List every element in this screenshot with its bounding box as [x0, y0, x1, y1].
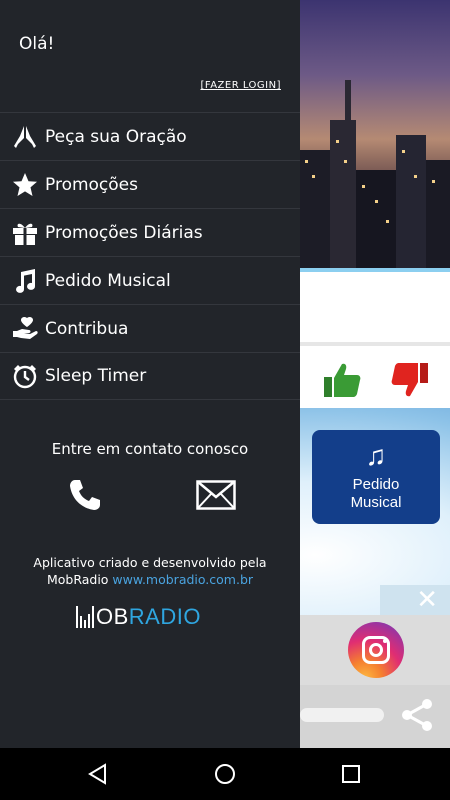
credits-text: Aplicativo criado e desenvolvido pela Mo…: [0, 554, 300, 588]
logo-bars-icon: [76, 606, 94, 628]
hand-heart-icon: [0, 305, 45, 353]
contact-title: Entre em contato conosco: [51, 440, 249, 458]
menu-item-promocoes[interactable]: Promoções: [0, 160, 300, 208]
menu-label: Contribua: [45, 318, 129, 339]
menu-label: Promoções: [45, 174, 138, 195]
menu-item-promocoes-diarias[interactable]: Promoções Diárias: [0, 208, 300, 256]
instagram-icon[interactable]: [348, 622, 404, 678]
greeting-text: Olá!: [19, 34, 55, 54]
thumbs-down-icon[interactable]: [390, 360, 430, 400]
credits-line1: Aplicativo criado e desenvolvido pela: [33, 555, 267, 570]
phone-icon[interactable]: [68, 478, 102, 512]
mobradio-logo: OBRADIO: [76, 604, 201, 630]
back-icon[interactable]: [86, 762, 110, 786]
logo-text: OBRADIO: [96, 604, 201, 630]
home-icon[interactable]: [213, 762, 237, 786]
menu-item-pedido-musical[interactable]: Pedido Musical: [0, 256, 300, 304]
email-icon[interactable]: [196, 480, 236, 510]
menu-item-sleep-timer[interactable]: Sleep Timer: [0, 352, 300, 400]
login-link[interactable]: [FAZER LOGIN]: [200, 80, 281, 91]
recent-apps-icon[interactable]: [339, 762, 363, 786]
thumbs-up-icon[interactable]: [322, 360, 362, 400]
volume-slider[interactable]: [300, 708, 384, 722]
menu-item-oracao[interactable]: Peça sua Oração: [0, 112, 300, 160]
drawer-menu: Peça sua Oração Promoções Promoções Diár…: [0, 112, 300, 400]
logo-radio: RADIO: [128, 604, 201, 629]
system-nav-bar: [0, 748, 450, 800]
music-note-icon: ♫: [365, 440, 387, 471]
gift-icon: [0, 209, 45, 257]
navigation-drawer: Olá! [FAZER LOGIN] Peça sua Oração Promo…: [0, 0, 300, 748]
logo-mob: OB: [96, 604, 129, 629]
pedido-line2: Musical: [350, 494, 402, 511]
share-icon[interactable]: [398, 696, 436, 734]
alarm-clock-icon: [0, 352, 45, 400]
pedido-line1: Pedido: [352, 476, 400, 493]
screen: ♫ Pedido Musical ✕ Olá! [FAZER LOGIN] Pe…: [0, 0, 450, 800]
close-bar: ✕: [380, 585, 450, 615]
close-icon[interactable]: ✕: [416, 587, 438, 613]
menu-label: Sleep Timer: [45, 366, 147, 386]
menu-label: Promoções Diárias: [45, 222, 203, 243]
credits-company: MobRadio: [46, 572, 113, 587]
praying-hands-icon: [0, 113, 45, 161]
menu-label: Pedido Musical: [45, 270, 171, 291]
credits-line2: MobRadio www.mobradio.com.br: [0, 571, 300, 588]
menu-label: Peça sua Oração: [45, 126, 187, 147]
menu-item-contribua[interactable]: Contribua: [0, 304, 300, 352]
music-note-icon: [0, 257, 45, 305]
star-icon: [0, 161, 45, 209]
pedido-musical-button[interactable]: ♫ Pedido Musical: [312, 430, 440, 524]
website-link[interactable]: www.mobradio.com.br: [112, 572, 253, 587]
